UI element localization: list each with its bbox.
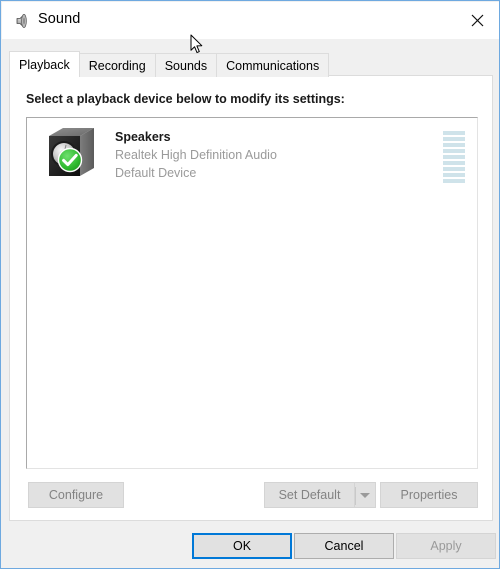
tab-sounds-label: Sounds: [164, 58, 208, 73]
tab-sounds[interactable]: Sounds: [154, 53, 218, 77]
title-bar: Sound: [2, 2, 499, 39]
volume-meter-segment: [443, 149, 465, 153]
device-status: Default Device: [115, 166, 197, 180]
panel-instruction: Select a playback device below to modify…: [26, 92, 345, 106]
tab-playback[interactable]: Playback: [9, 51, 80, 77]
volume-level-meter: [443, 131, 465, 183]
set-default-button-label: Set Default: [278, 488, 341, 502]
tab-playback-label: Playback: [19, 57, 70, 72]
close-icon: [471, 14, 483, 26]
split-divider: [355, 487, 356, 505]
volume-meter-segment: [443, 155, 465, 159]
device-name: Speakers: [115, 130, 171, 144]
cancel-button-label: Cancel: [324, 539, 364, 553]
list-item[interactable]: Speakers Realtek High Definition Audio D…: [27, 118, 477, 192]
cancel-button[interactable]: Cancel: [294, 533, 394, 559]
properties-button-label: Properties: [400, 488, 458, 502]
properties-button[interactable]: Properties: [380, 482, 478, 508]
volume-meter-segment: [443, 137, 465, 141]
tab-recording[interactable]: Recording: [78, 53, 156, 77]
set-default-button[interactable]: Set Default: [264, 482, 354, 508]
chevron-down-icon: [360, 492, 370, 498]
window-title: Sound: [38, 11, 81, 27]
device-description: Realtek High Definition Audio: [115, 148, 277, 162]
close-button[interactable]: [454, 2, 499, 38]
volume-meter-segment: [443, 131, 465, 135]
default-check-icon: [57, 147, 83, 173]
volume-meter-segment: [443, 179, 465, 183]
configure-button-label: Configure: [48, 488, 104, 502]
volume-meter-segment: [443, 143, 465, 147]
configure-button[interactable]: Configure: [28, 482, 124, 508]
volume-meter-segment: [443, 161, 465, 165]
playback-tab-panel: Select a playback device below to modify…: [9, 75, 493, 521]
tab-communications[interactable]: Communications: [216, 53, 330, 77]
device-text-block: Speakers Realtek High Definition Audio D…: [115, 128, 277, 182]
playback-device-list[interactable]: Speakers Realtek High Definition Audio D…: [26, 117, 478, 469]
volume-meter-segment: [443, 167, 465, 171]
ok-button[interactable]: OK: [192, 533, 292, 559]
sound-dialog-window: Sound Playback Recording Sounds Communic…: [0, 0, 500, 569]
apply-button-label: Apply: [430, 539, 462, 553]
dialog-footer: OK Cancel Apply: [2, 521, 499, 568]
volume-meter-segment: [443, 173, 465, 177]
tab-strip: Playback Recording Sounds Communications: [9, 51, 330, 77]
apply-button[interactable]: Apply: [396, 533, 496, 559]
ok-button-label: OK: [232, 539, 252, 553]
tab-recording-label: Recording: [88, 58, 146, 73]
tab-communications-label: Communications: [226, 58, 320, 73]
speaker-icon: [14, 12, 32, 30]
device-action-buttons: Configure Set Default Properties: [10, 482, 494, 516]
set-default-dropdown-button[interactable]: [354, 482, 376, 508]
